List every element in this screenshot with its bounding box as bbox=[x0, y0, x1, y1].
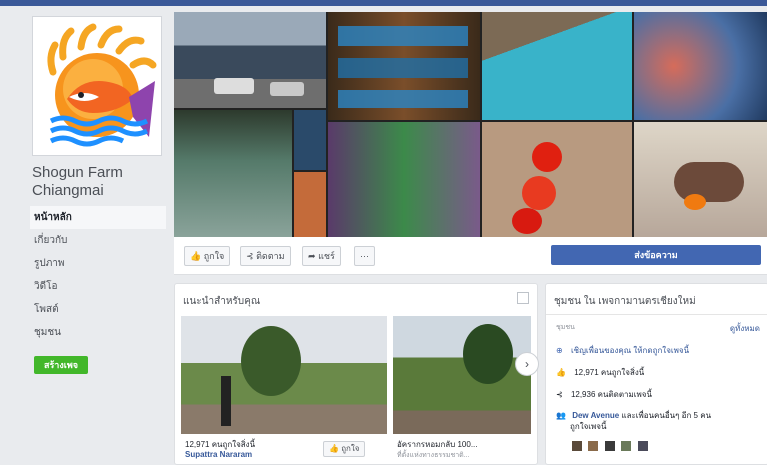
recommendation-item-1-image[interactable] bbox=[181, 316, 387, 434]
avatar[interactable] bbox=[621, 441, 632, 451]
community-sub-label: ชุมชน bbox=[556, 324, 575, 331]
chevron-right-icon: › bbox=[525, 357, 529, 371]
cover-tile-ponds bbox=[482, 12, 632, 120]
hide-icon[interactable] bbox=[517, 292, 529, 304]
recommendations-card: แนะนำสำหรับคุณ 12,971 คนถูกใจสิ่งนี้ Sup… bbox=[174, 283, 539, 465]
page-title-line2: Chiangmai bbox=[32, 182, 104, 199]
avatar[interactable] bbox=[572, 441, 582, 451]
invite-row: ⊕ เชิญเพื่อนของคุณ ให้กดถูกใจเพจนี้ bbox=[556, 344, 689, 357]
share-button[interactable]: ➦ แชร์ bbox=[302, 246, 341, 266]
cover-tile-coral bbox=[634, 12, 767, 120]
cover-tile-small-2 bbox=[294, 172, 326, 237]
friend-tail: และเพื่อนคนอื่นๆ อีก 5 คน bbox=[621, 411, 712, 420]
friends-row: 👥 Dew Avenue และเพื่อนคนอื่นๆ อีก 5 คน ถ… bbox=[556, 410, 756, 432]
likes-count: 12,971 คนถูกใจสิ่งนี้ bbox=[574, 368, 645, 377]
nav-item-home[interactable]: หน้าหลัก bbox=[30, 206, 166, 229]
recommendation-like-button[interactable]: 👍 ถูกใจ bbox=[323, 441, 366, 457]
rss-icon: ⊰ bbox=[556, 390, 563, 399]
page-nav: หน้าหลัก เกี่ยวกับ รูปภาพ วิดีโอ โพสต์ ช… bbox=[30, 206, 166, 344]
page-actions-bar: 👍 ถูกใจ ⊰ ติดตาม ➦ แชร์ ··· ส่งข้อความ bbox=[174, 237, 767, 275]
left-column: Shogun Farm Chiangmai หน้าหลัก เกี่ยวกับ… bbox=[22, 6, 170, 463]
cover-tile-aquarium-shelves bbox=[328, 12, 480, 120]
like-button[interactable]: 👍 ถูกใจ bbox=[184, 246, 231, 266]
page-title-line1: Shogun Farm bbox=[32, 164, 123, 181]
cover-tile-farm-front bbox=[174, 12, 326, 108]
thumbs-up-icon: 👍 bbox=[190, 251, 202, 261]
friend-name[interactable]: Dew Avenue bbox=[572, 411, 619, 420]
community-title: ชุมชน ใน เพจกามานตรเชียงใหม่ bbox=[554, 296, 696, 307]
avatar[interactable] bbox=[637, 441, 648, 451]
friend-line2: ถูกใจเพจนี้ bbox=[570, 422, 607, 431]
nav-item-community[interactable]: ชุมชน bbox=[30, 321, 166, 344]
community-card: ชุมชน ใน เพจกามานตรเชียงใหม่ ชุมชน ดูทั้… bbox=[545, 283, 767, 465]
thumbs-up-icon: 👍 bbox=[329, 444, 339, 453]
more-button[interactable]: ··· bbox=[354, 246, 375, 266]
carousel-next-button[interactable]: › bbox=[515, 352, 539, 376]
rss-icon: ⊰ bbox=[246, 251, 254, 261]
friends-icon: 👥 bbox=[556, 411, 566, 420]
avatar[interactable] bbox=[588, 441, 599, 451]
recommendation-item-1-name[interactable]: Supattra Nararam bbox=[185, 450, 252, 459]
recommendation-item-2-subtitle: ที่ตั้งแห่งทางธรรมชาติ... bbox=[397, 452, 470, 459]
nav-item-photos[interactable]: รูปภาพ bbox=[30, 252, 166, 275]
recommendations-title: แนะนำสำหรับคุณ bbox=[183, 296, 261, 307]
nav-item-videos[interactable]: วิดีโอ bbox=[30, 275, 166, 298]
page-avatar[interactable] bbox=[32, 16, 162, 156]
send-message-button[interactable]: ส่งข้อความ bbox=[551, 245, 761, 265]
shogun-logo bbox=[33, 17, 161, 155]
follows-row: ⊰ 12,936 คนติดตามเพจนี้ bbox=[556, 388, 652, 401]
nav-item-posts[interactable]: โพสต์ bbox=[30, 298, 166, 321]
likes-row: 👍 12,971 คนถูกใจสิ่งนี้ bbox=[556, 366, 644, 379]
cover-tile-goldfish-hand bbox=[482, 122, 632, 237]
follow-button[interactable]: ⊰ ติดตาม bbox=[240, 246, 291, 266]
create-page-button[interactable]: สร้างเพจ bbox=[34, 356, 88, 374]
cover-tile-small-1 bbox=[294, 110, 326, 170]
divider bbox=[546, 314, 767, 315]
follow-label: ติดตาม bbox=[256, 251, 285, 261]
see-all-link[interactable]: ดูทั้งหมด bbox=[730, 322, 760, 335]
friend-avatars bbox=[572, 438, 648, 456]
nav-item-about[interactable]: เกี่ยวกับ bbox=[30, 229, 166, 252]
recommendation-item-2-image[interactable] bbox=[393, 316, 531, 434]
recommendation-like-label: ถูกใจ bbox=[341, 444, 360, 453]
cover-photo[interactable] bbox=[174, 12, 767, 237]
invite-icon: ⊕ bbox=[556, 346, 563, 355]
invite-link[interactable]: เชิญเพื่อนของคุณ ให้กดถูกใจเพจนี้ bbox=[571, 346, 689, 355]
share-label: แชร์ bbox=[318, 251, 335, 261]
share-arrow-icon: ➦ bbox=[308, 251, 316, 261]
follows-count: 12,936 คนติดตามเพจนี้ bbox=[570, 390, 652, 399]
cover-tile-fish-inspection bbox=[634, 122, 767, 237]
page-title: Shogun Farm Chiangmai bbox=[32, 164, 172, 200]
cover-tile-tanks-row bbox=[174, 110, 292, 237]
cover-tile-plant-tanks bbox=[328, 122, 480, 237]
thumbs-up-icon: 👍 bbox=[556, 368, 566, 377]
like-label: ถูกใจ bbox=[203, 251, 225, 261]
avatar[interactable] bbox=[604, 441, 615, 451]
